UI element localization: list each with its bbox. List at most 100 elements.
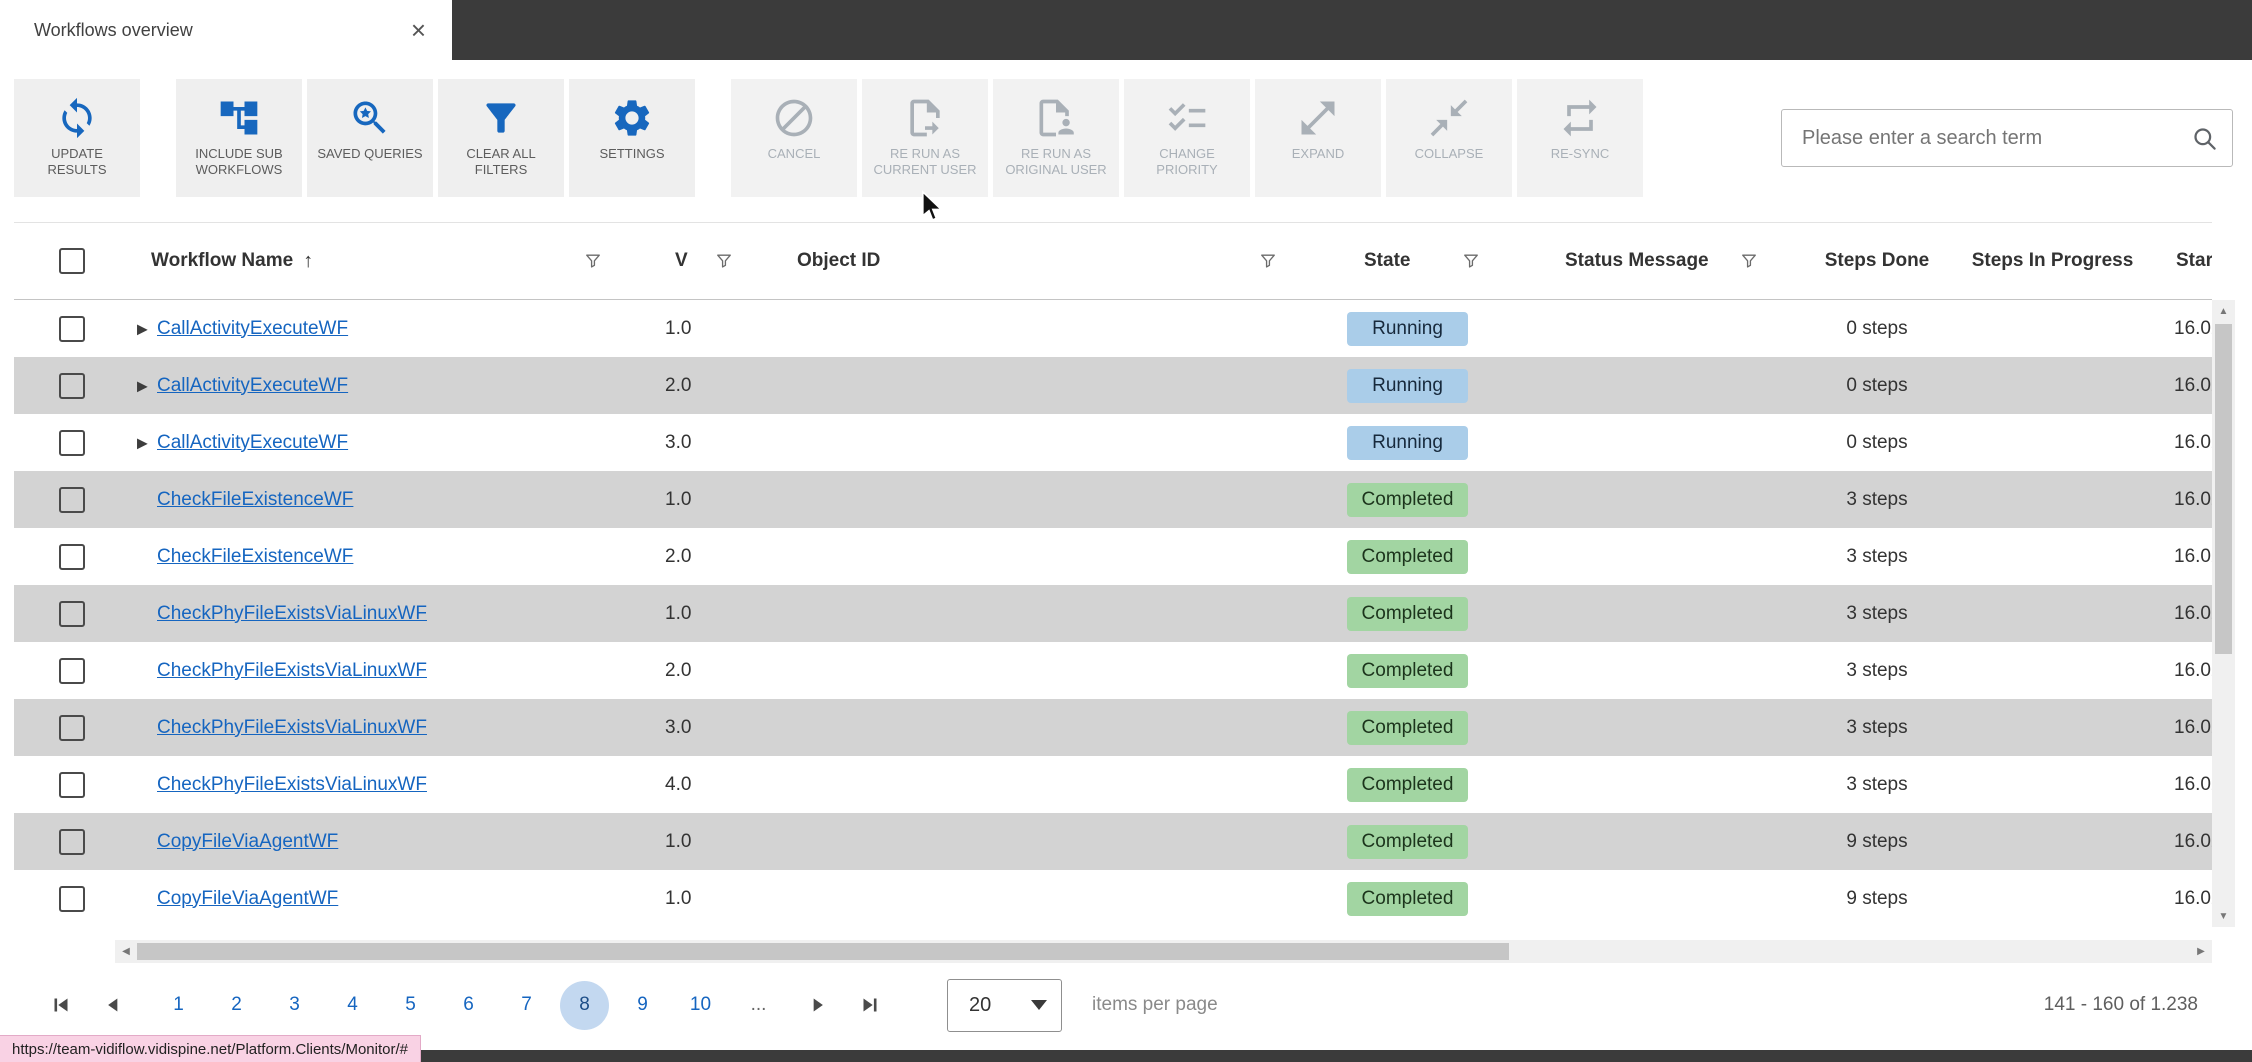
column-header-state[interactable]: State bbox=[1308, 250, 1509, 272]
column-header-version[interactable]: V bbox=[632, 250, 760, 272]
update-results-button[interactable]: UPDATE RESULTS bbox=[14, 79, 140, 197]
filter-icon bbox=[479, 93, 523, 143]
search-icon[interactable] bbox=[2191, 125, 2218, 152]
current-page-button[interactable]: 8 bbox=[560, 980, 609, 1030]
column-header-object-id[interactable]: Object ID bbox=[760, 250, 1308, 272]
row-checkbox[interactable] bbox=[58, 429, 85, 456]
first-page-button[interactable] bbox=[42, 986, 80, 1024]
tab-workflows-overview[interactable]: Workflows overview × bbox=[0, 0, 452, 60]
collapse-button[interactable]: COLLAPSE bbox=[1386, 79, 1512, 197]
filter-icon[interactable] bbox=[1258, 251, 1278, 271]
rerun-as-current-user-button[interactable]: RE RUN AS CURRENT USER bbox=[862, 79, 988, 197]
resync-button[interactable]: RE-SYNC bbox=[1517, 79, 1643, 197]
table-row[interactable]: CheckFileExistenceWF 1.0 Completed 3 ste… bbox=[14, 471, 2212, 528]
expand-button[interactable]: EXPAND bbox=[1255, 79, 1381, 197]
expand-row-icon[interactable]: ▶ bbox=[137, 434, 148, 451]
filter-icon[interactable] bbox=[714, 251, 734, 271]
page-button[interactable]: 4 bbox=[328, 981, 377, 1030]
include-sub-workflows-button[interactable]: INCLUDE SUB WORKFLOWS bbox=[176, 79, 302, 197]
row-checkbox[interactable] bbox=[58, 372, 85, 399]
workflow-link[interactable]: CallActivityExecuteWF bbox=[157, 432, 348, 453]
scroll-down-icon[interactable]: ▼ bbox=[2212, 905, 2235, 927]
saved-search-icon bbox=[348, 93, 392, 143]
row-checkbox[interactable] bbox=[58, 600, 85, 627]
status-url-tooltip: https://team-vidiflow.vidispine.net/Plat… bbox=[0, 1035, 421, 1062]
filter-icon[interactable] bbox=[1461, 251, 1481, 271]
rerun-as-original-user-button[interactable]: RE RUN AS ORIGINAL USER bbox=[993, 79, 1119, 197]
table-row[interactable]: CheckPhyFileExistsViaLinuxWF 2.0 Complet… bbox=[14, 642, 2212, 699]
workflow-link[interactable]: CheckPhyFileExistsViaLinuxWF bbox=[157, 603, 427, 624]
row-checkbox[interactable] bbox=[58, 885, 85, 912]
workflow-link[interactable]: CopyFileViaAgentWF bbox=[157, 888, 338, 909]
vertical-scrollbar-thumb[interactable] bbox=[2215, 324, 2232, 654]
row-checkbox[interactable] bbox=[58, 771, 85, 798]
page-button[interactable]: 3 bbox=[270, 981, 319, 1030]
table-row[interactable]: CheckFileExistenceWF 2.0 Completed 3 ste… bbox=[14, 528, 2212, 585]
workflow-link[interactable]: CheckPhyFileExistsViaLinuxWF bbox=[157, 717, 427, 738]
clear-all-filters-button[interactable]: CLEAR ALL FILTERS bbox=[438, 79, 564, 197]
table-row[interactable]: CheckPhyFileExistsViaLinuxWF 4.0 Complet… bbox=[14, 756, 2212, 813]
scroll-up-icon[interactable]: ▲ bbox=[2212, 300, 2235, 322]
select-all-checkbox[interactable] bbox=[58, 248, 85, 274]
row-checkbox[interactable] bbox=[58, 543, 85, 570]
state-cell: Running bbox=[1308, 368, 1509, 403]
table-row[interactable]: ▶ CallActivityExecuteWF 2.0 Running 0 st… bbox=[14, 357, 2212, 414]
steps-done-cell: 3 steps bbox=[1846, 602, 1908, 624]
workflow-link[interactable]: CheckFileExistenceWF bbox=[157, 546, 353, 567]
workflow-link[interactable]: CopyFileViaAgentWF bbox=[157, 831, 338, 852]
column-header-workflow-name[interactable]: Workflow Name ↑ bbox=[129, 250, 632, 273]
settings-button[interactable]: SETTINGS bbox=[569, 79, 695, 197]
vertical-scrollbar[interactable]: ▲ ▼ bbox=[2212, 300, 2235, 927]
page-button[interactable]: 10 bbox=[676, 981, 725, 1030]
saved-queries-button[interactable]: SAVED QUERIES bbox=[307, 79, 433, 197]
page-button[interactable]: 9 bbox=[618, 981, 667, 1030]
table-row[interactable]: ▶ CallActivityExecuteWF 3.0 Running 0 st… bbox=[14, 414, 2212, 471]
column-header-steps-in-progress[interactable]: Steps In Progress bbox=[1965, 250, 2140, 272]
table-row[interactable]: CopyFileViaAgentWF 1.0 Completed 9 steps… bbox=[14, 813, 2212, 870]
search-input[interactable] bbox=[1782, 126, 2191, 150]
column-header-steps-done[interactable]: Steps Done bbox=[1789, 250, 1965, 272]
page-button[interactable]: 1 bbox=[154, 981, 203, 1030]
cancel-button[interactable]: CANCEL bbox=[731, 79, 857, 197]
expand-row-icon[interactable]: ▶ bbox=[137, 377, 148, 394]
more-pages-button[interactable]: ... bbox=[734, 981, 783, 1030]
workflow-link[interactable]: CheckFileExistenceWF bbox=[157, 489, 353, 510]
filter-icon[interactable] bbox=[1739, 251, 1759, 271]
row-checkbox[interactable] bbox=[58, 486, 85, 513]
column-header-started[interactable]: Started bbox=[2140, 250, 2212, 272]
change-priority-button[interactable]: CHANGE PRIORITY bbox=[1124, 79, 1250, 197]
table-row[interactable]: CheckPhyFileExistsViaLinuxWF 1.0 Complet… bbox=[14, 585, 2212, 642]
last-page-button[interactable] bbox=[851, 986, 889, 1024]
expand-row-icon[interactable]: ▶ bbox=[137, 320, 148, 337]
horizontal-scrollbar-thumb[interactable] bbox=[137, 943, 1509, 960]
row-checkbox[interactable] bbox=[58, 315, 85, 342]
table-row[interactable]: CheckPhyFileExistsViaLinuxWF 3.0 Complet… bbox=[14, 699, 2212, 756]
page-size-select[interactable]: 20 bbox=[947, 978, 1062, 1032]
row-checkbox[interactable] bbox=[58, 714, 85, 741]
scroll-left-icon[interactable]: ◀ bbox=[115, 940, 137, 963]
row-checkbox[interactable] bbox=[58, 828, 85, 855]
previous-page-button[interactable] bbox=[94, 986, 132, 1024]
workflow-link[interactable]: CheckPhyFileExistsViaLinuxWF bbox=[157, 774, 427, 795]
page-button[interactable]: 5 bbox=[386, 981, 435, 1030]
column-header-status-message[interactable]: Status Message bbox=[1509, 250, 1789, 272]
started-cell: 16.02 bbox=[2174, 887, 2212, 909]
next-page-button[interactable] bbox=[799, 986, 837, 1024]
horizontal-scrollbar[interactable]: ◀ ▶ bbox=[115, 940, 2212, 963]
window-top-bar: Workflows overview × bbox=[0, 0, 2252, 60]
workflow-link[interactable]: CallActivityExecuteWF bbox=[157, 375, 348, 396]
close-icon[interactable]: × bbox=[411, 17, 426, 43]
page-button[interactable]: 6 bbox=[444, 981, 493, 1030]
state-badge: Completed bbox=[1347, 596, 1468, 631]
page-number-list: 1 2 3 4 5 6 7 8 9 10 ... bbox=[154, 980, 783, 1030]
page-button[interactable]: 2 bbox=[212, 981, 261, 1030]
table-row[interactable]: CopyFileViaAgentWF 1.0 Completed 9 steps… bbox=[14, 870, 2212, 927]
table-row[interactable]: ▶ CallActivityExecuteWF 1.0 Running 0 st… bbox=[14, 300, 2212, 357]
filter-icon[interactable] bbox=[583, 251, 603, 271]
row-checkbox[interactable] bbox=[58, 657, 85, 684]
scroll-right-icon[interactable]: ▶ bbox=[2190, 940, 2212, 963]
page-button[interactable]: 7 bbox=[502, 981, 551, 1030]
version-cell: 4.0 bbox=[665, 773, 692, 795]
workflow-link[interactable]: CheckPhyFileExistsViaLinuxWF bbox=[157, 660, 427, 681]
workflow-link[interactable]: CallActivityExecuteWF bbox=[157, 318, 348, 339]
